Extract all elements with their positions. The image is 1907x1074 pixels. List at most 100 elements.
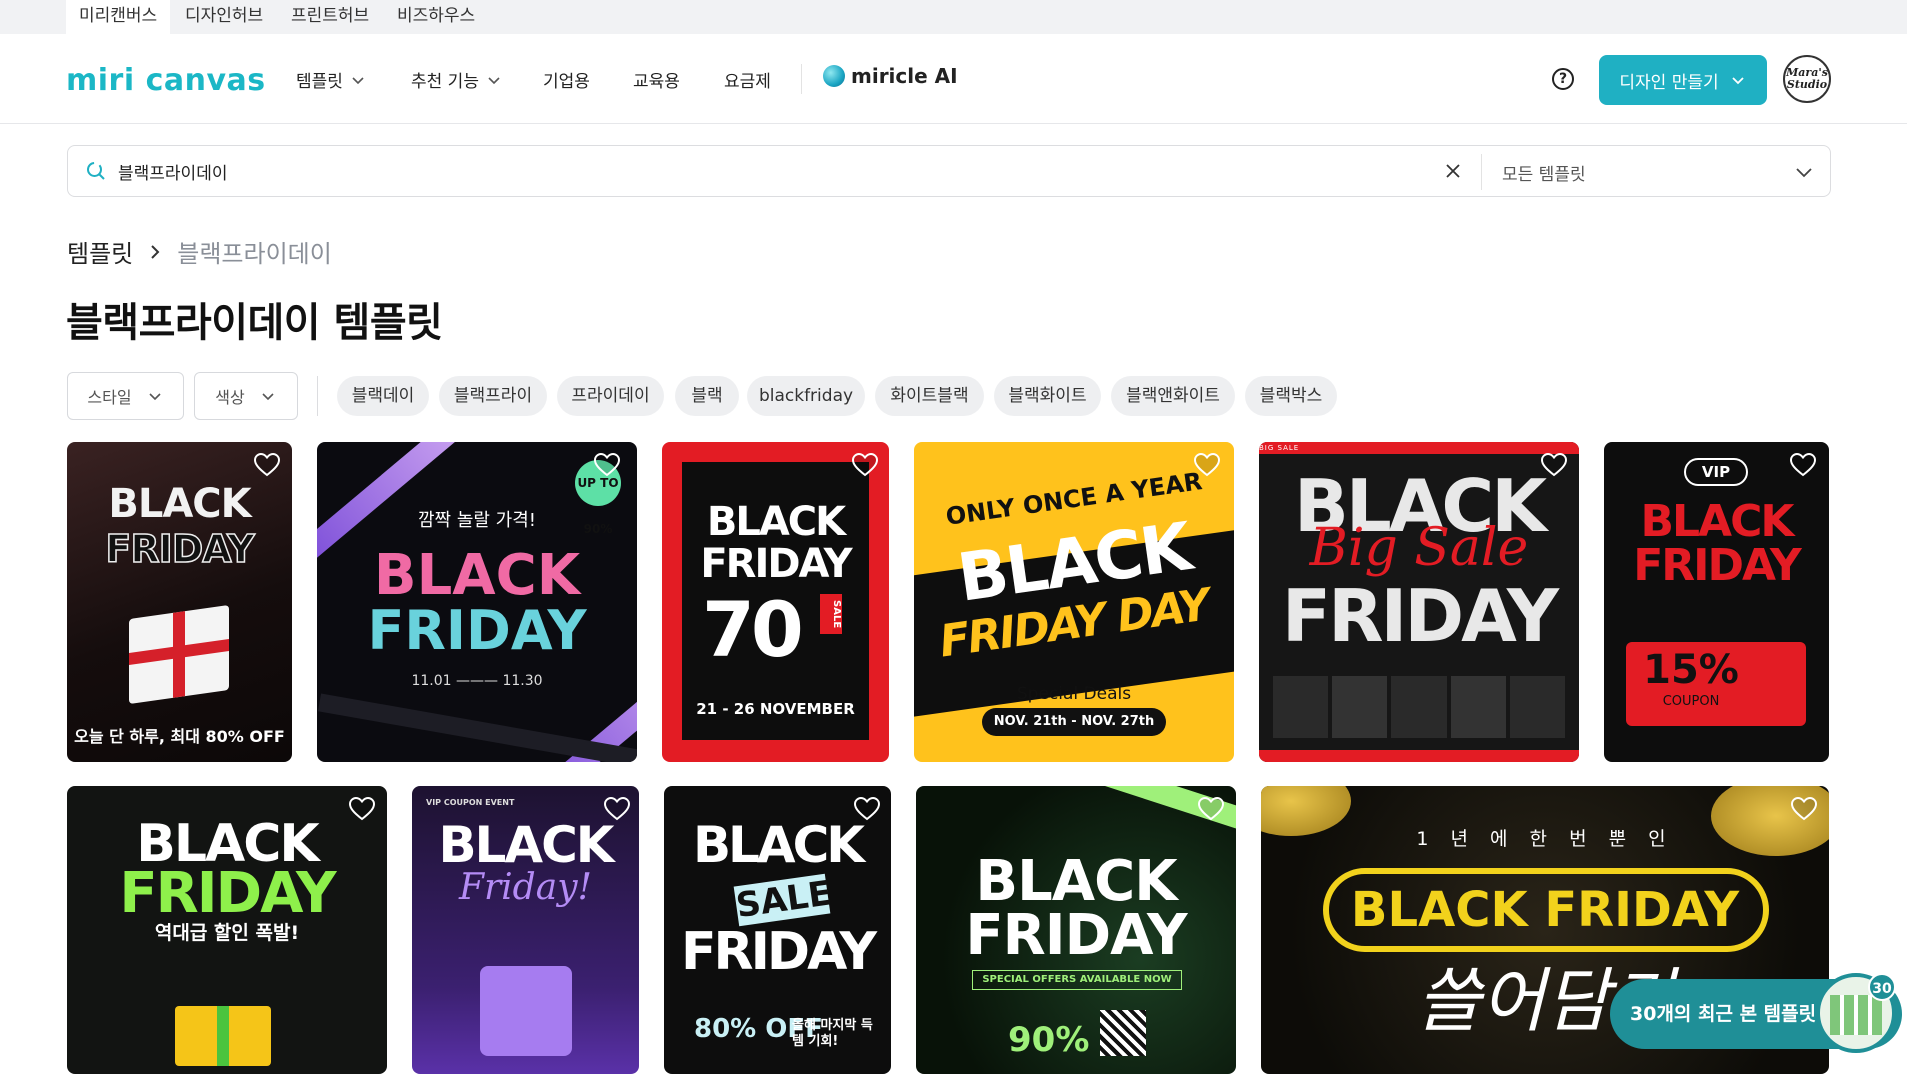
tag-chip[interactable]: 블랙프라이 [439, 376, 547, 416]
recent-templates-label: 30개의 최근 본 템플릿 [1630, 1003, 1817, 1025]
coupon-value: 15% [1643, 647, 1739, 693]
card-title-line1: BLACK [438, 816, 614, 874]
card-title-line1: BLACK FRIDAY [1350, 882, 1740, 938]
chevron-down-icon [352, 76, 364, 84]
chevron-right-icon [151, 244, 160, 259]
coupon-ticket: 15% COUPON [1626, 642, 1806, 726]
service-tab-miricanvas[interactable]: 미리캔버스 [66, 0, 171, 34]
template-card[interactable]: VIP COUPON EVENT BLACK Friday! [412, 786, 639, 1074]
nav-recommended[interactable]: 추천 기능 [411, 67, 503, 92]
filter-divider [317, 376, 318, 416]
heart-icon[interactable] [252, 450, 282, 480]
card-title-line1: BLACK [1640, 496, 1794, 547]
page-title: 블랙프라이데이 템플릿 [66, 300, 443, 346]
color-filter-dropdown[interactable]: 색상 [194, 372, 298, 420]
tag-chip[interactable]: 프라이데이 [557, 376, 664, 416]
card-dates: NOV. 21th - NOV. 27th [982, 708, 1166, 736]
tag-chip[interactable]: 블랙데이 [337, 376, 429, 416]
tag-chip[interactable]: 블랙박스 [1245, 376, 1337, 416]
heart-icon[interactable] [602, 794, 632, 824]
heart-icon[interactable] [592, 450, 622, 480]
search-scope-select[interactable]: 모든 템플릿 [1502, 160, 1586, 185]
chevron-down-icon [488, 76, 500, 84]
heart-icon[interactable] [850, 450, 880, 480]
card-tagline: 1 년 에 한 번 뿐 인 [1416, 828, 1674, 850]
service-tab-bizhouse[interactable]: 비즈하우스 [384, 0, 488, 34]
heart-icon[interactable] [1539, 450, 1569, 480]
heart-icon[interactable] [1196, 794, 1226, 824]
template-card[interactable]: BLACK FRIDAY 70 SALE 21 - 26 NOVEMBER [662, 442, 889, 762]
color-filter-label: 색상 [215, 388, 245, 407]
template-card[interactable]: BLACK FRIDAY 오늘 단 하루, 최대 80% OFF [67, 442, 292, 762]
heart-icon[interactable] [1192, 450, 1222, 480]
product-images [1273, 676, 1566, 738]
tag-chip[interactable]: 블랙 [675, 376, 739, 416]
card-dates: 11.01 ——— 11.30 [411, 673, 543, 689]
card-discount: 90% [1008, 1020, 1090, 1060]
card-title-line2: FRIDAY [105, 527, 256, 571]
card-subtitle: Special Deals [1016, 684, 1132, 704]
heart-icon[interactable] [1789, 794, 1819, 824]
tag-chip[interactable]: blackfriday [747, 376, 865, 416]
card-title-line2: FRIDAY [1281, 574, 1559, 658]
logo-text: miri canvas [66, 62, 266, 98]
nav-templates[interactable]: 템플릿 [296, 67, 367, 92]
card-tagline: 깜짝 놀랄 가격! [417, 510, 537, 531]
template-card[interactable]: UP TO 90% 깜짝 놀랄 가격! BLACK FRIDAY 11.01 —… [317, 442, 637, 762]
card-sale-tag: SALE [820, 594, 842, 634]
template-card[interactable]: ONLY ONCE A YEAR BLACK FRIDAY DAY Specia… [914, 442, 1234, 762]
template-card[interactable]: BIG SALE BLACK Big Sale FRIDAY [1259, 442, 1579, 762]
search-input[interactable] [118, 157, 1118, 185]
miricle-ai-link[interactable]: miricle AI [823, 64, 958, 88]
create-design-button[interactable]: 디자인 만들기 [1599, 55, 1767, 105]
nav-label: 템플릿 [296, 72, 343, 92]
service-tab-printhub[interactable]: 프린트허브 [278, 0, 382, 34]
service-tabs-bar: 미리캔버스 디자인허브 프린트허브 비즈하우스 [0, 0, 1907, 34]
search-icon [87, 162, 105, 180]
tag-chip[interactable]: 화이트블랙 [875, 376, 984, 416]
ai-orb-icon [823, 65, 845, 87]
breadcrumb-current: 블랙프라이데이 [177, 240, 332, 268]
miricanvas-logo[interactable]: miri canvas [66, 60, 266, 100]
card-title-line2: FRIDAY [1633, 540, 1802, 591]
heart-icon[interactable] [347, 794, 377, 824]
heart-icon[interactable] [852, 794, 882, 824]
template-card[interactable]: BLACK FRIDAY SPECIAL OFFERS AVAILABLE NO… [916, 786, 1236, 1074]
service-tab-designhub[interactable]: 디자인허브 [172, 0, 276, 34]
qr-code-image [1100, 1010, 1146, 1056]
card-subtitle: SPECIAL OFFERS AVAILABLE NOW [972, 970, 1182, 990]
card-title-line1: BLACK [692, 816, 865, 874]
tag-chip[interactable]: 블랙화이트 [994, 376, 1101, 416]
heart-icon[interactable] [1788, 450, 1818, 480]
avatar[interactable]: Mara's Studio [1783, 55, 1831, 103]
close-icon[interactable] [1443, 161, 1463, 181]
tag-chip[interactable]: 블랙앤화이트 [1111, 376, 1235, 416]
help-icon[interactable]: ? [1552, 68, 1574, 90]
card-subtitle: 역대급 할인 폭발! [154, 922, 300, 944]
template-card[interactable]: BLACK SALE FRIDAY 80% OFF 올해 마지막 득템 기회! [664, 786, 891, 1074]
vip-badge: VIP [1684, 458, 1748, 486]
recent-count-badge: 30 [1868, 973, 1896, 1001]
search-divider [1481, 154, 1482, 190]
gift-box-image [129, 604, 229, 705]
nav-business[interactable]: 기업용 [543, 67, 590, 92]
nav-label: 추천 기능 [411, 72, 479, 92]
card-script-text: Big Sale [1309, 518, 1529, 578]
card-subtitle: 올해 마지막 득템 기회! [792, 1018, 873, 1049]
chevron-down-icon[interactable] [1793, 161, 1815, 183]
card-title-line1: BLACK [706, 499, 846, 545]
breadcrumb-root[interactable]: 템플릿 [67, 234, 133, 269]
create-design-label: 디자인 만들기 [1619, 72, 1719, 93]
card-title-line1: BLACK [108, 481, 251, 527]
card-subtitle: 오늘 단 하루, 최대 80% OFF [74, 727, 285, 746]
template-card[interactable]: BLACK FRIDAY 역대급 할인 폭발! [67, 786, 387, 1074]
nav-pricing[interactable]: 요금제 [724, 67, 771, 92]
style-filter-dropdown[interactable]: 스타일 [67, 372, 184, 420]
template-card[interactable]: VIP BLACK FRIDAY 15% COUPON [1604, 442, 1829, 762]
nav-education[interactable]: 교육용 [633, 67, 680, 92]
gift-box-image [480, 966, 572, 1056]
card-discount-number: 70 [702, 585, 804, 674]
search-bar: 모든 템플릿 [67, 145, 1831, 197]
style-filter-label: 스타일 [87, 388, 132, 407]
card-banner-top: BIG SALE [1259, 442, 1579, 454]
